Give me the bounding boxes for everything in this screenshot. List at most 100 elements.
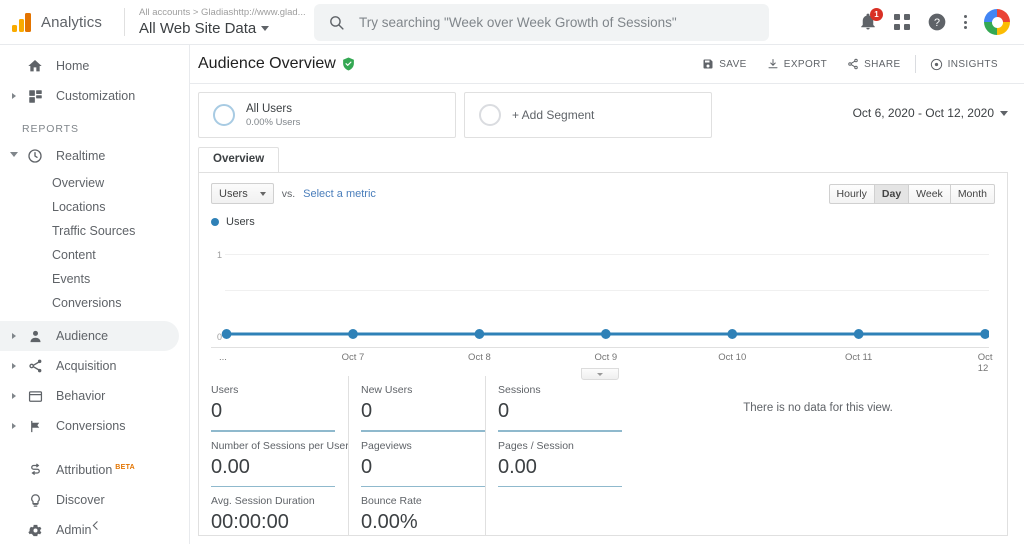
y-axis-tick-0: 0 — [217, 332, 223, 342]
metric-value: 0 — [211, 400, 223, 422]
add-segment-ring-icon — [479, 104, 501, 126]
metric-users[interactable]: Users 0 — [211, 376, 348, 432]
metric-value: 0.00 — [498, 455, 537, 478]
chevron-right-icon — [6, 93, 22, 99]
metric-empty-cell — [485, 487, 622, 535]
legend-dot-users — [211, 218, 219, 226]
export-button[interactable]: EXPORT — [757, 53, 837, 75]
search-box[interactable] — [314, 3, 769, 41]
search-input[interactable] — [359, 14, 755, 30]
apps-grid-button[interactable] — [894, 14, 910, 30]
segment-ring-icon — [213, 104, 235, 126]
metric-sessions[interactable]: Sessions 0 — [485, 376, 622, 432]
account-avatar-button[interactable] — [984, 9, 1010, 35]
metric-sessions-per-user[interactable]: Number of Sessions per User 0.00 — [211, 432, 349, 487]
collapse-sidebar-button[interactable] — [82, 512, 108, 538]
notifications-button[interactable]: 1 — [859, 8, 883, 31]
sidebar-item-label: Behavior — [56, 389, 106, 403]
date-range-label: Oct 6, 2020 - Oct 12, 2020 — [852, 106, 994, 120]
chevron-down-icon — [1000, 110, 1008, 116]
analytics-app: Analytics All accounts > Gladiashttp://w… — [0, 0, 1024, 544]
sidebar-item-text: Attribution — [56, 463, 113, 477]
sidebar-item-label: Attribution BETA — [56, 463, 135, 477]
sidebar-subitem-content[interactable]: Content — [0, 243, 189, 267]
metric-value: 0.00 — [211, 455, 250, 478]
sidebar-item-home[interactable]: Home — [0, 51, 189, 81]
metric-pages-per-session[interactable]: Pages / Session 0.00 — [485, 431, 622, 487]
segment-all-users[interactable]: All Users 0.00% Users — [198, 92, 456, 138]
sidebar-section-reports: REPORTS — [22, 123, 79, 135]
legend-label-users: Users — [226, 216, 255, 228]
customization-icon — [22, 89, 48, 104]
metric-new-users[interactable]: New Users 0 — [348, 376, 485, 432]
metrics-row: Avg. Session Duration 00:00:00 Bounce Ra… — [211, 487, 629, 535]
chevron-right-icon — [6, 393, 22, 399]
tab-overview[interactable]: Overview — [198, 147, 280, 172]
page-header: Audience Overview SAVE EXPORT SHARE INSI… — [190, 45, 1024, 83]
verified-shield-icon — [342, 57, 354, 71]
insights-button[interactable]: INSIGHTS — [920, 53, 1008, 75]
metric-value: 0.00% — [361, 511, 418, 533]
metric-pageviews[interactable]: Pageviews 0 — [348, 431, 485, 487]
home-icon — [22, 58, 48, 74]
x-axis-labels: ... Oct 7 Oct 8 Oct 9 Oct 10 Oct 11 Oct 12 — [211, 348, 993, 380]
chevron-right-icon — [6, 363, 22, 369]
insights-icon — [930, 58, 942, 70]
sidebar-item-attribution[interactable]: Attribution BETA — [0, 455, 189, 485]
chevron-left-icon — [92, 520, 98, 530]
metric-avg-session-duration[interactable]: Avg. Session Duration 00:00:00 — [211, 487, 348, 535]
save-button[interactable]: SAVE — [692, 53, 757, 75]
sidebar-item-label: Realtime — [56, 149, 106, 163]
flag-icon — [22, 419, 48, 434]
brand[interactable]: Analytics — [0, 12, 124, 32]
granularity-day[interactable]: Day — [874, 183, 910, 204]
y-axis-tick-1: 1 — [217, 250, 223, 260]
sidebar-item-realtime[interactable]: Realtime — [0, 141, 189, 171]
x-tick-label: Oct 9 — [594, 352, 618, 363]
sidebar-item-behavior[interactable]: Behavior — [0, 381, 189, 411]
users-line-chart[interactable]: 1 0 — [211, 230, 990, 348]
help-button[interactable]: ? — [927, 12, 947, 32]
select-a-metric-link[interactable]: Select a metric — [303, 188, 376, 200]
more-options-button[interactable] — [964, 15, 967, 29]
granularity-month[interactable]: Month — [950, 183, 995, 204]
share-icon — [848, 58, 858, 70]
google-analytics-logo-icon — [12, 12, 31, 32]
person-icon — [22, 329, 48, 344]
vs-label: vs. — [281, 187, 296, 200]
metric-bounce-rate[interactable]: Bounce Rate 0.00% — [348, 487, 485, 535]
granularity-toggle: Hourly Day Week Month — [828, 183, 995, 204]
sidebar-subitem-overview[interactable]: Overview — [0, 171, 189, 195]
sidebar-subitem-events[interactable]: Events — [0, 267, 189, 291]
add-segment-button[interactable]: + Add Segment — [464, 92, 712, 138]
sidebar-subitem-traffic-sources[interactable]: Traffic Sources — [0, 219, 189, 243]
granularity-week[interactable]: Week — [909, 183, 951, 204]
metric-label: Number of Sessions per User — [211, 439, 349, 452]
sidebar-item-acquisition[interactable]: Acquisition — [0, 351, 189, 381]
granularity-hourly[interactable]: Hourly — [828, 183, 875, 204]
metric-value: 00:00:00 — [211, 511, 289, 533]
property-title[interactable]: All Web Site Data — [139, 19, 310, 39]
metric-selector[interactable]: Users — [211, 183, 274, 204]
metric-value: 0 — [361, 455, 373, 478]
chevron-right-icon — [6, 333, 22, 339]
account-selector[interactable]: All accounts > Gladiashttp://www.glad...… — [125, 6, 310, 39]
panel-tabs: Overview — [198, 147, 1008, 172]
export-label: EXPORT — [783, 58, 828, 70]
sidebar-item-discover[interactable]: Discover — [0, 485, 189, 515]
sidebar-item-customization[interactable]: Customization — [0, 81, 189, 111]
date-range-picker[interactable]: Oct 6, 2020 - Oct 12, 2020 — [853, 92, 1008, 120]
chevron-right-icon — [6, 423, 22, 429]
attribution-icon — [22, 463, 48, 478]
grid-icon — [894, 14, 910, 30]
sidebar-item-label: Customization — [56, 89, 136, 103]
share-button[interactable]: SHARE — [837, 53, 910, 75]
sidebar-item-label: Conversions — [56, 419, 126, 433]
property-title-text: All Web Site Data — [139, 19, 257, 37]
sidebar-subitem-conversions[interactable]: Conversions — [0, 291, 189, 315]
help-icon: ? — [928, 13, 946, 31]
sidebar-item-conversions[interactable]: Conversions — [0, 411, 189, 441]
top-bar-icons: 1 ? — [859, 8, 1024, 35]
sidebar-item-audience[interactable]: Audience — [0, 321, 179, 351]
sidebar-subitem-locations[interactable]: Locations — [0, 195, 189, 219]
